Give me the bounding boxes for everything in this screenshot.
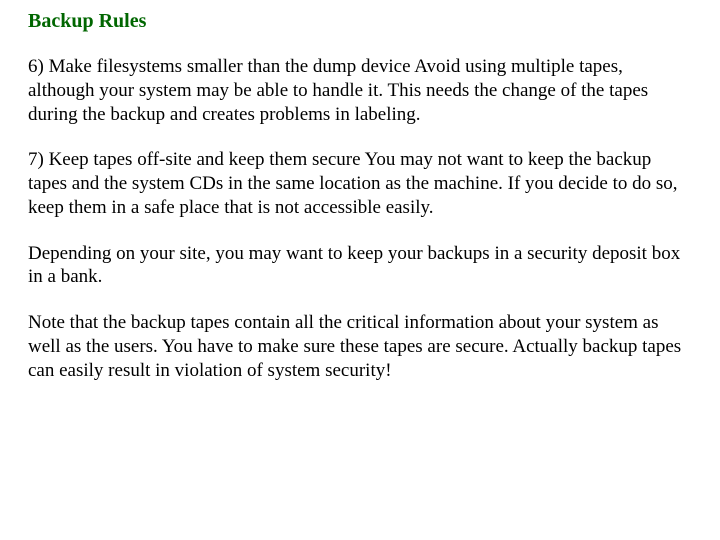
document-page: Backup Rules 6) Make filesystems smaller… <box>0 0 720 422</box>
page-title: Backup Rules <box>28 10 692 33</box>
paragraph-security: Note that the backup tapes contain all t… <box>28 311 692 382</box>
paragraph-rule-6: 6) Make filesystems smaller than the dum… <box>28 55 692 126</box>
paragraph-deposit: Depending on your site, you may want to … <box>28 242 692 290</box>
paragraph-rule-7: 7) Keep tapes off-site and keep them sec… <box>28 148 692 219</box>
